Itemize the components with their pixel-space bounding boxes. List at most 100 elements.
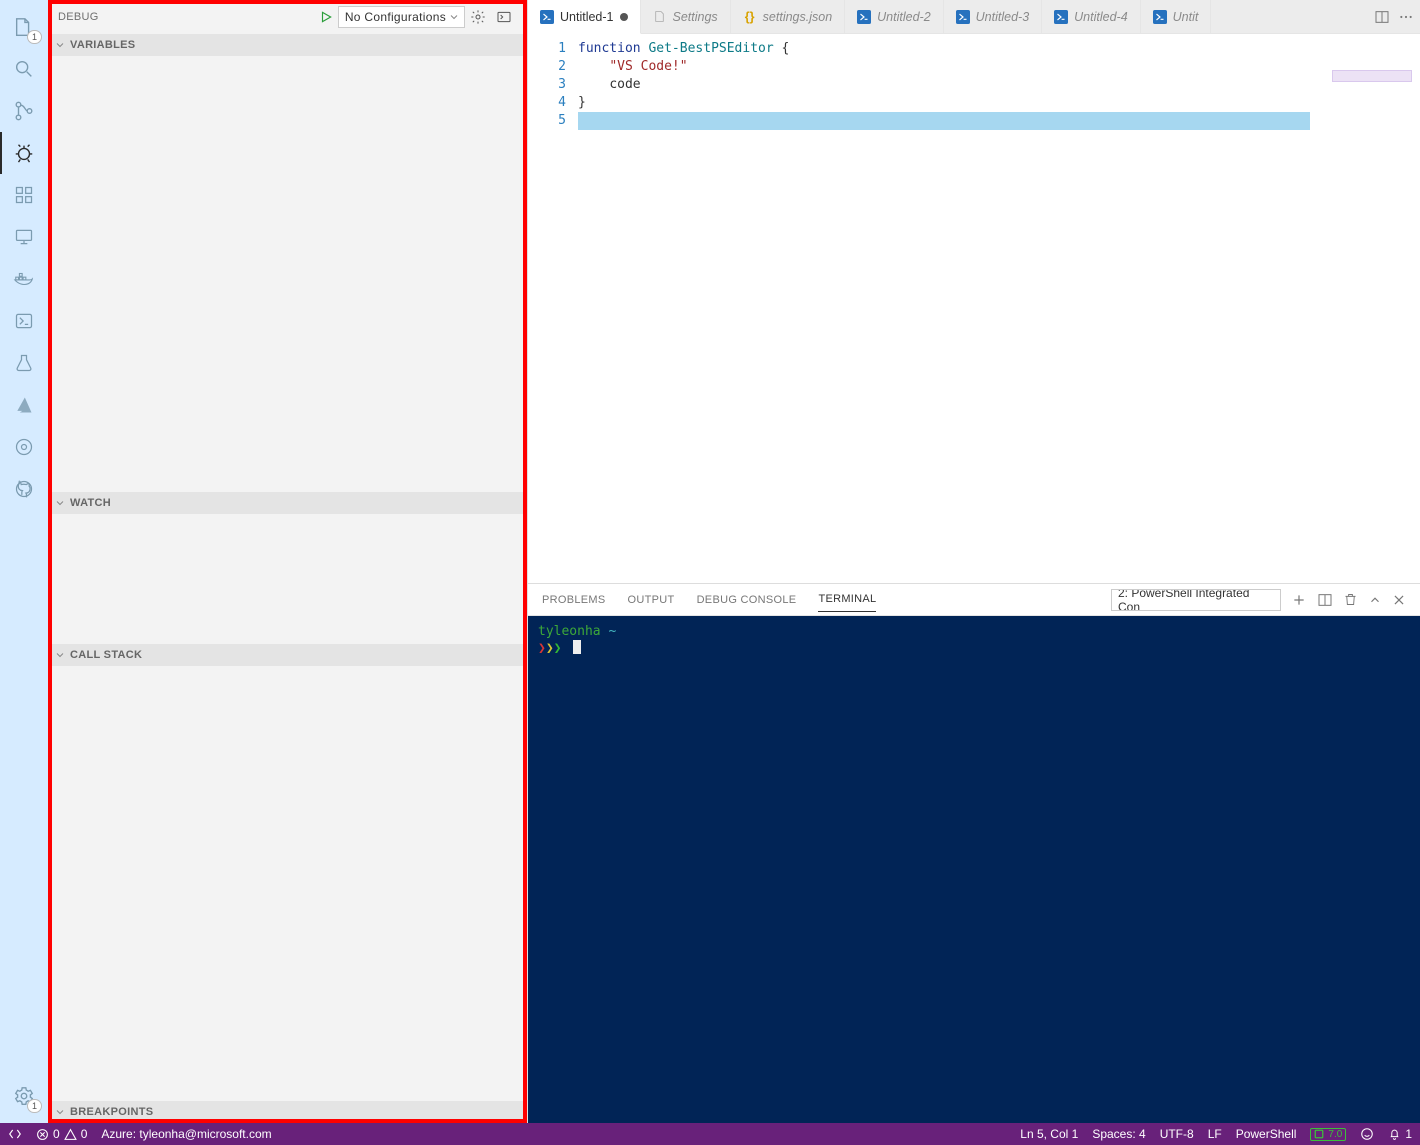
tab-settings[interactable]: Settings (641, 0, 731, 33)
tab-label: Untitled-1 (560, 10, 614, 24)
close-panel-button[interactable] (1392, 593, 1406, 607)
github-icon[interactable] (0, 468, 48, 510)
bottom-panel: PROBLEMS OUTPUT DEBUG CONSOLE TERMINAL 2… (528, 583, 1420, 1123)
settings-badge: 1 (27, 1099, 42, 1113)
terminal-selector[interactable]: 2: PowerShell Integrated Con (1111, 589, 1281, 611)
gitlens-icon[interactable] (0, 426, 48, 468)
section-label: CALL STACK (70, 649, 142, 661)
powershell-file-icon (1153, 10, 1167, 24)
callstack-section (48, 666, 527, 1102)
variables-section (48, 56, 527, 492)
sidebar-title-row: DEBUG No Configurations (48, 0, 527, 34)
extensions-icon[interactable] (0, 174, 48, 216)
editor-area: Untitled-1 Settings {} settings.json Unt… (528, 0, 1420, 1123)
tab-label: settings.json (763, 10, 832, 24)
variables-section-header[interactable]: VARIABLES (48, 34, 527, 56)
powershell-icon[interactable] (0, 300, 48, 342)
tab-label: Settings (673, 10, 718, 24)
test-icon[interactable] (0, 342, 48, 384)
tab-untitled-3[interactable]: Untitled-3 (944, 0, 1043, 33)
status-indent[interactable]: Spaces: 4 (1092, 1127, 1145, 1141)
docker-icon[interactable] (0, 258, 48, 300)
activity-bar: 1 (0, 0, 48, 1123)
powershell-file-icon (1054, 10, 1068, 24)
terminal-cursor (573, 640, 581, 654)
explorer-badge: 1 (27, 30, 42, 44)
section-label: BREAKPOINTS (70, 1106, 153, 1118)
section-label: VARIABLES (70, 39, 135, 51)
line-number-gutter: 1 2 3 4 5 (528, 34, 578, 583)
new-terminal-button[interactable] (1291, 592, 1307, 608)
watch-section-header[interactable]: WATCH (48, 492, 527, 514)
status-ps-version[interactable]: 7.0 (1310, 1128, 1346, 1141)
minimap[interactable] (1332, 70, 1412, 82)
remote-indicator[interactable] (8, 1127, 22, 1141)
remote-explorer-icon[interactable] (0, 216, 48, 258)
powershell-file-icon (956, 10, 970, 24)
status-feedback[interactable] (1360, 1127, 1374, 1141)
panel-tab-problems[interactable]: PROBLEMS (542, 588, 606, 612)
json-file-icon: {} (743, 10, 757, 24)
terminal-content[interactable]: tyleonha ~ ❯❯❯ (528, 616, 1420, 1123)
debug-config-select[interactable]: No Configurations (338, 6, 465, 28)
dirty-indicator-icon (620, 13, 628, 21)
settings-gear-icon[interactable]: 1 (0, 1075, 48, 1117)
status-notifications[interactable]: 1 (1388, 1127, 1412, 1141)
panel-tab-terminal[interactable]: TERMINAL (818, 587, 876, 612)
panel-tab-debug-console[interactable]: DEBUG CONSOLE (697, 588, 797, 612)
status-encoding[interactable]: UTF-8 (1160, 1127, 1194, 1141)
maximize-panel-button[interactable] (1368, 593, 1382, 607)
status-azure[interactable]: Azure: tyleonha@microsoft.com (101, 1127, 271, 1141)
debug-icon[interactable] (0, 132, 48, 174)
status-language[interactable]: PowerShell (1236, 1127, 1297, 1141)
powershell-file-icon (540, 10, 554, 24)
status-eol[interactable]: LF (1208, 1127, 1222, 1141)
tab-untitled-1[interactable]: Untitled-1 (528, 0, 641, 34)
powershell-file-icon (857, 10, 871, 24)
terminal-user: tyleonha (538, 624, 601, 639)
explorer-icon[interactable]: 1 (0, 6, 48, 48)
search-icon[interactable] (0, 48, 48, 90)
tab-actions (1368, 0, 1420, 33)
sidebar-title: DEBUG (58, 11, 314, 23)
callstack-section-header[interactable]: CALL STACK (48, 644, 527, 666)
tab-untitled-overflow[interactable]: Untit (1141, 0, 1212, 33)
debug-settings-button[interactable] (465, 6, 491, 28)
status-problems[interactable]: 0 0 (36, 1127, 87, 1141)
breakpoints-section-header[interactable]: BREAKPOINTS (48, 1101, 527, 1123)
tab-settings-json[interactable]: {} settings.json (731, 0, 845, 33)
terminal-cwd: ~ (608, 624, 616, 639)
start-debug-button[interactable] (314, 6, 338, 28)
tab-untitled-2[interactable]: Untitled-2 (845, 0, 944, 33)
chevron-down-icon (448, 11, 460, 23)
more-actions-button[interactable] (1398, 9, 1414, 25)
tab-label: Untitled-4 (1074, 10, 1128, 24)
debug-console-button[interactable] (491, 6, 517, 28)
chevron-down-icon (54, 1106, 66, 1118)
status-cursor-position[interactable]: Ln 5, Col 1 (1020, 1127, 1078, 1141)
chevron-down-icon (54, 39, 66, 51)
panel-tab-output[interactable]: OUTPUT (628, 588, 675, 612)
chevron-down-icon (54, 649, 66, 661)
source-control-icon[interactable] (0, 90, 48, 132)
tab-label: Untitled-2 (877, 10, 931, 24)
debug-sidebar: DEBUG No Configurations VARIABLES (48, 0, 528, 1123)
tab-label: Untit (1173, 10, 1199, 24)
code-content[interactable]: function Get-BestPSEditor { "VS Code!" c… (578, 34, 1420, 583)
split-terminal-button[interactable] (1317, 592, 1333, 608)
debug-config-label: No Configurations (345, 10, 446, 24)
watch-section (48, 514, 527, 644)
editor-body[interactable]: 1 2 3 4 5 function Get-BestPSEditor { "V… (528, 34, 1420, 583)
section-label: WATCH (70, 497, 111, 509)
tab-label: Untitled-3 (976, 10, 1030, 24)
azure-icon[interactable] (0, 384, 48, 426)
panel-tabs: PROBLEMS OUTPUT DEBUG CONSOLE TERMINAL 2… (528, 584, 1420, 616)
file-icon (653, 10, 667, 24)
kill-terminal-button[interactable] (1343, 592, 1358, 607)
status-bar: 0 0 Azure: tyleonha@microsoft.com Ln 5, … (0, 1123, 1420, 1145)
chevron-down-icon (54, 497, 66, 509)
selection-highlight (578, 112, 1310, 130)
split-editor-button[interactable] (1374, 9, 1390, 25)
editor-tabs: Untitled-1 Settings {} settings.json Unt… (528, 0, 1420, 34)
tab-untitled-4[interactable]: Untitled-4 (1042, 0, 1141, 33)
